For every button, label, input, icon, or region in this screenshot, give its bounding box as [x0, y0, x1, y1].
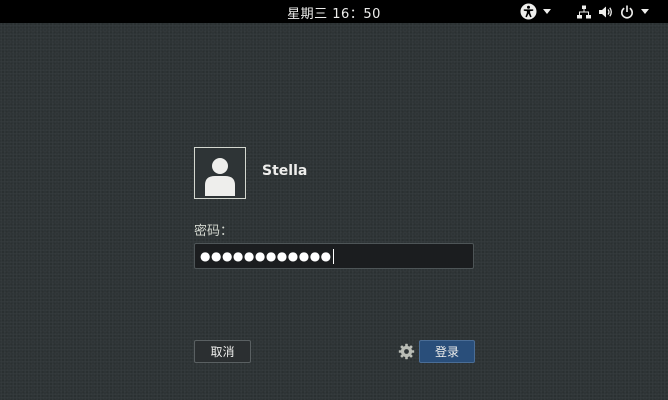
user-name: Stella	[262, 163, 308, 179]
network-wired-icon	[577, 5, 591, 19]
password-value: ●●●●●●●●●●●●	[200, 249, 332, 263]
user-avatar-icon	[195, 158, 245, 198]
password-field[interactable]: ●●●●●●●●●●●●	[194, 243, 474, 269]
system-status-menu[interactable]	[577, 2, 649, 21]
speaker-volume-icon	[598, 5, 613, 19]
cancel-button[interactable]: 取消	[194, 340, 251, 363]
chevron-down-icon	[543, 9, 551, 14]
login-button[interactable]: 登录	[419, 340, 475, 363]
text-cursor	[332, 248, 334, 264]
top-bar: 星期三 16：50	[0, 0, 668, 23]
chevron-down-icon	[641, 9, 649, 14]
avatar	[194, 147, 246, 199]
accessibility-menu[interactable]	[520, 2, 551, 21]
accessibility-icon	[520, 3, 537, 20]
password-label: 密码：	[194, 224, 234, 239]
clock[interactable]: 星期三 16：50	[0, 3, 668, 22]
gear-icon	[398, 343, 415, 364]
session-settings-button[interactable]	[398, 343, 415, 360]
power-icon	[620, 5, 634, 19]
